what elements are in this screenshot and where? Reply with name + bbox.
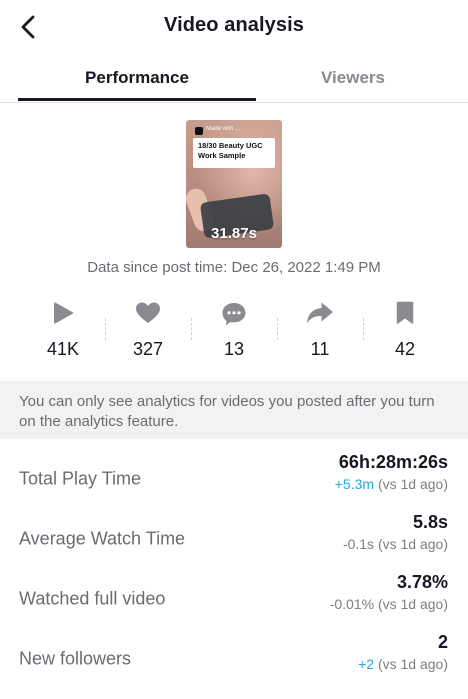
metric-label: New followers	[19, 648, 132, 669]
stat-likes: 327	[105, 296, 191, 366]
metric-compare: (vs 1d ago)	[377, 536, 448, 552]
play-icon	[54, 302, 73, 324]
stat-comments: 13	[191, 296, 277, 366]
thumbnail-top-text: Made with ...	[206, 126, 241, 132]
stat-shares-value: 11	[310, 339, 330, 359]
tab-bar: Performance Viewers	[0, 56, 468, 103]
metric-delta: +2	[358, 656, 375, 672]
stat-plays-value: 41K	[46, 339, 80, 359]
metric-compare: (vs 1d ago)	[377, 476, 448, 492]
tab-performance[interactable]: Performance	[18, 56, 256, 100]
metric-value: 5.8s	[412, 512, 448, 532]
metric-value: 3.78%	[396, 572, 448, 592]
metric-total-play-time: Total Play Time 66h:28m:26s +5.3m (vs 1d…	[0, 449, 468, 509]
metric-compare: (vs 1d ago)	[377, 596, 448, 612]
stat-saves: 42	[362, 296, 448, 366]
heart-icon	[136, 302, 160, 323]
stat-comments-value: 13	[223, 339, 245, 359]
metric-value: 2	[437, 632, 448, 652]
metric-change: -0.01% (vs 1d ago)	[330, 596, 448, 612]
bookmark-icon	[396, 301, 414, 324]
metric-delta: +5.3m	[334, 476, 375, 492]
metric-label: Average Watch Time	[19, 528, 186, 549]
analytics-notice-text: You can only see analytics for videos yo…	[19, 393, 435, 430]
stat-plays: 41K	[20, 296, 106, 366]
page-title: Video analysis	[164, 14, 304, 36]
metric-change: +5.3m (vs 1d ago)	[335, 476, 448, 492]
metric-change: +2 (vs 1d ago)	[358, 656, 448, 672]
stat-saves-value: 42	[394, 339, 416, 359]
metric-value: 66h:28m:26s	[338, 452, 448, 472]
active-tab-indicator	[18, 98, 256, 101]
metric-watched-full-video: Watched full video 3.78% -0.01% (vs 1d a…	[0, 569, 468, 629]
data-since-text: Data since post time: Dec 26, 2022 1:49 …	[87, 259, 381, 276]
tiktok-watermark-icon	[195, 127, 203, 135]
metric-delta: -0.1s	[342, 536, 375, 552]
metric-label: Watched full video	[19, 588, 166, 609]
metric-change: -0.1s (vs 1d ago)	[343, 536, 448, 552]
comment-icon	[222, 303, 246, 326]
metric-delta: -0.01%	[329, 596, 375, 612]
stat-shares: 11	[277, 296, 363, 366]
tab-viewers[interactable]: Viewers	[256, 56, 450, 100]
metric-average-watch-time: Average Watch Time 5.8s -0.1s (vs 1d ago…	[0, 509, 468, 569]
metric-label: Total Play Time	[19, 468, 142, 489]
metric-compare: (vs 1d ago)	[377, 656, 448, 672]
analytics-notice: You can only see analytics for videos yo…	[0, 381, 468, 439]
engagement-stats: 41K 327 13 11 42	[20, 296, 448, 366]
share-icon	[307, 302, 333, 324]
stat-likes-value: 327	[132, 339, 164, 359]
video-duration: 31.87s	[211, 225, 257, 242]
thumbnail-caption: 18/30 Beauty UGC Work Sample	[198, 141, 263, 160]
video-thumbnail[interactable]: Made with ... 18/30 Beauty UGC Work Samp…	[186, 120, 282, 248]
top-bar: Video analysis	[0, 0, 468, 56]
metric-new-followers: New followers 2 +2 (vs 1d ago)	[0, 629, 468, 689]
